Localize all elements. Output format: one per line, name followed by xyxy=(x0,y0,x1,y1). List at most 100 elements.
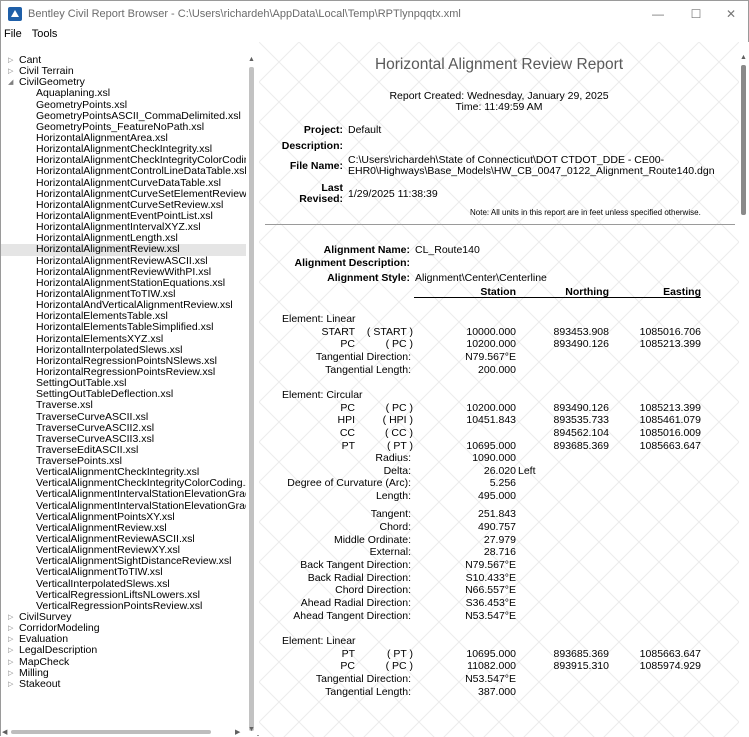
tree-vertical-scrollbar[interactable]: ▲ ▼ xyxy=(246,55,257,737)
menu-tools[interactable]: Tools xyxy=(27,27,63,42)
point-station: 10695.000 xyxy=(466,647,516,660)
collapsed-icon[interactable]: ▷ xyxy=(8,634,16,645)
tree-folder-label: MapCheck xyxy=(19,655,70,668)
tree-folder-label: Milling xyxy=(19,666,49,679)
alignment-name-label: Alignment Name: xyxy=(323,244,410,256)
property-label: Back Tangent Direction: xyxy=(300,559,411,572)
point-code: ( PC ) xyxy=(385,660,413,673)
point-code: ( PT ) xyxy=(386,439,413,452)
report-scroll-up-icon[interactable]: ▲ xyxy=(740,54,747,61)
report-title: Horizontal Alignment Review Report xyxy=(374,56,624,73)
property-value: 251.843 xyxy=(478,508,516,521)
report-tree[interactable]: ▷ Cant ▷ Civil Terrain ◢ CivilGeometry Aquapla… xyxy=(1,55,257,737)
collapsed-icon[interactable]: ▷ xyxy=(8,623,16,634)
property-value: S36.453°E xyxy=(465,596,516,609)
property-label: Delta: xyxy=(383,464,411,477)
collapsed-icon[interactable]: ▷ xyxy=(8,612,16,623)
minimize-button[interactable]: — xyxy=(641,1,675,27)
point-easting: 1085461.079 xyxy=(639,414,701,427)
maximize-button[interactable]: ☐ xyxy=(679,1,713,27)
close-button[interactable]: ✕ xyxy=(714,1,748,27)
point-northing: 893453.908 xyxy=(553,325,609,338)
units-note: Note: All units in this report are in fe… xyxy=(470,208,701,217)
property-value: 26.020 xyxy=(483,464,516,477)
scroll-right-icon[interactable]: ▶ xyxy=(235,728,240,736)
collapsed-icon[interactable]: ▷ xyxy=(8,66,16,77)
file-name-line2: EHR0\Highways\Base_Models\HW_CB_0047_012… xyxy=(348,165,715,177)
property-value: 1090.000 xyxy=(472,452,516,465)
element-heading: Element: Linear xyxy=(282,313,356,325)
app-icon xyxy=(8,7,22,21)
point-station: 11082.000 xyxy=(467,660,516,673)
point-northing: 893685.369 xyxy=(553,439,609,452)
property-label: Ahead Tangent Direction: xyxy=(293,609,411,622)
collapsed-icon[interactable]: ▷ xyxy=(8,657,16,668)
point-northing: 894562.104 xyxy=(553,426,609,439)
scroll-left-icon[interactable]: ◀ xyxy=(2,728,7,736)
property-label: External: xyxy=(369,546,411,559)
point-station: 10000.000 xyxy=(466,325,516,338)
column-header-underline xyxy=(414,297,701,298)
point-name: PC xyxy=(340,401,355,414)
collapsed-icon[interactable]: ▷ xyxy=(8,668,16,679)
property-label: Ahead Radial Direction: xyxy=(300,596,411,609)
point-name: PC xyxy=(340,338,355,351)
point-easting: 1085974.929 xyxy=(639,660,701,673)
property-value: 5.256 xyxy=(489,477,516,490)
point-easting: 1085663.647 xyxy=(639,647,701,660)
property-label: Tangential Direction: xyxy=(315,672,411,685)
property-value: 495.000 xyxy=(478,490,516,503)
point-name: PT xyxy=(341,647,355,660)
project-label: Project: xyxy=(303,124,343,136)
title-bar[interactable]: Bentley Civil Report Browser - C:\Users\… xyxy=(1,1,748,27)
point-code: ( CC ) xyxy=(385,426,413,439)
point-station: 10695.000 xyxy=(466,439,516,452)
header-divider xyxy=(265,224,735,225)
point-easting: 1085016.009 xyxy=(639,426,701,439)
collapsed-icon[interactable]: ▷ xyxy=(8,55,16,66)
property-value: 27.979 xyxy=(483,533,516,546)
alignment-name-value: CL_Route140 xyxy=(415,244,480,256)
property-label: Tangent: xyxy=(370,508,411,521)
collapsed-icon[interactable]: ▷ xyxy=(8,645,16,656)
menu-file[interactable]: File xyxy=(1,27,27,42)
property-value: 28.716 xyxy=(483,546,516,559)
element-heading: Element: Linear xyxy=(282,634,356,647)
scroll-up-icon[interactable]: ▲ xyxy=(248,56,255,63)
property-suffix: Left xyxy=(518,464,536,477)
revised-label: Revised: xyxy=(299,193,343,205)
tree-folder[interactable]: ▷ LegalDescription xyxy=(1,645,256,656)
tree-scroll-thumb[interactable] xyxy=(249,67,254,731)
point-name: PT xyxy=(341,439,355,452)
tree-hscroll-thumb[interactable] xyxy=(11,730,211,734)
expanded-icon[interactable]: ◢ xyxy=(8,77,16,88)
property-label: Chord Direction: xyxy=(335,584,411,597)
property-label: Length: xyxy=(375,490,411,503)
report-scroll-thumb[interactable] xyxy=(741,65,746,215)
point-name: CC xyxy=(339,426,355,439)
point-northing: 893535.733 xyxy=(553,414,609,427)
property-label: Tangential Direction: xyxy=(315,350,411,363)
point-code: ( PT ) xyxy=(386,647,413,660)
property-value: 387.000 xyxy=(478,685,516,698)
property-value: N66.557°E xyxy=(465,584,516,597)
description-label: Description: xyxy=(281,140,343,152)
point-code: ( PC ) xyxy=(385,401,413,414)
tree-folder[interactable]: ▷ Stakeout xyxy=(1,678,256,690)
property-value: 200.000 xyxy=(478,363,516,376)
point-code: ( START ) xyxy=(366,325,413,338)
point-easting: 1085016.706 xyxy=(639,325,701,338)
point-name: PC xyxy=(340,660,355,673)
property-value: N79.567°E xyxy=(465,350,516,363)
project-value: Default xyxy=(348,124,382,136)
point-easting: 1085663.647 xyxy=(639,439,701,452)
alignment-style-value: Alignment\Center\Centerline xyxy=(415,272,547,284)
point-station: 10451.843 xyxy=(466,414,516,427)
property-label: Back Radial Direction: xyxy=(307,571,411,584)
report-vertical-scrollbar[interactable]: ▲ xyxy=(738,54,749,737)
collapsed-icon[interactable]: ▷ xyxy=(8,679,16,690)
report-browser-window: Bentley Civil Report Browser - C:\Users\… xyxy=(0,0,749,737)
property-value: N79.567°E xyxy=(465,559,516,572)
property-label: Degree of Curvature (Arc): xyxy=(287,477,411,490)
scroll-down-icon[interactable]: ▼ xyxy=(248,726,255,733)
